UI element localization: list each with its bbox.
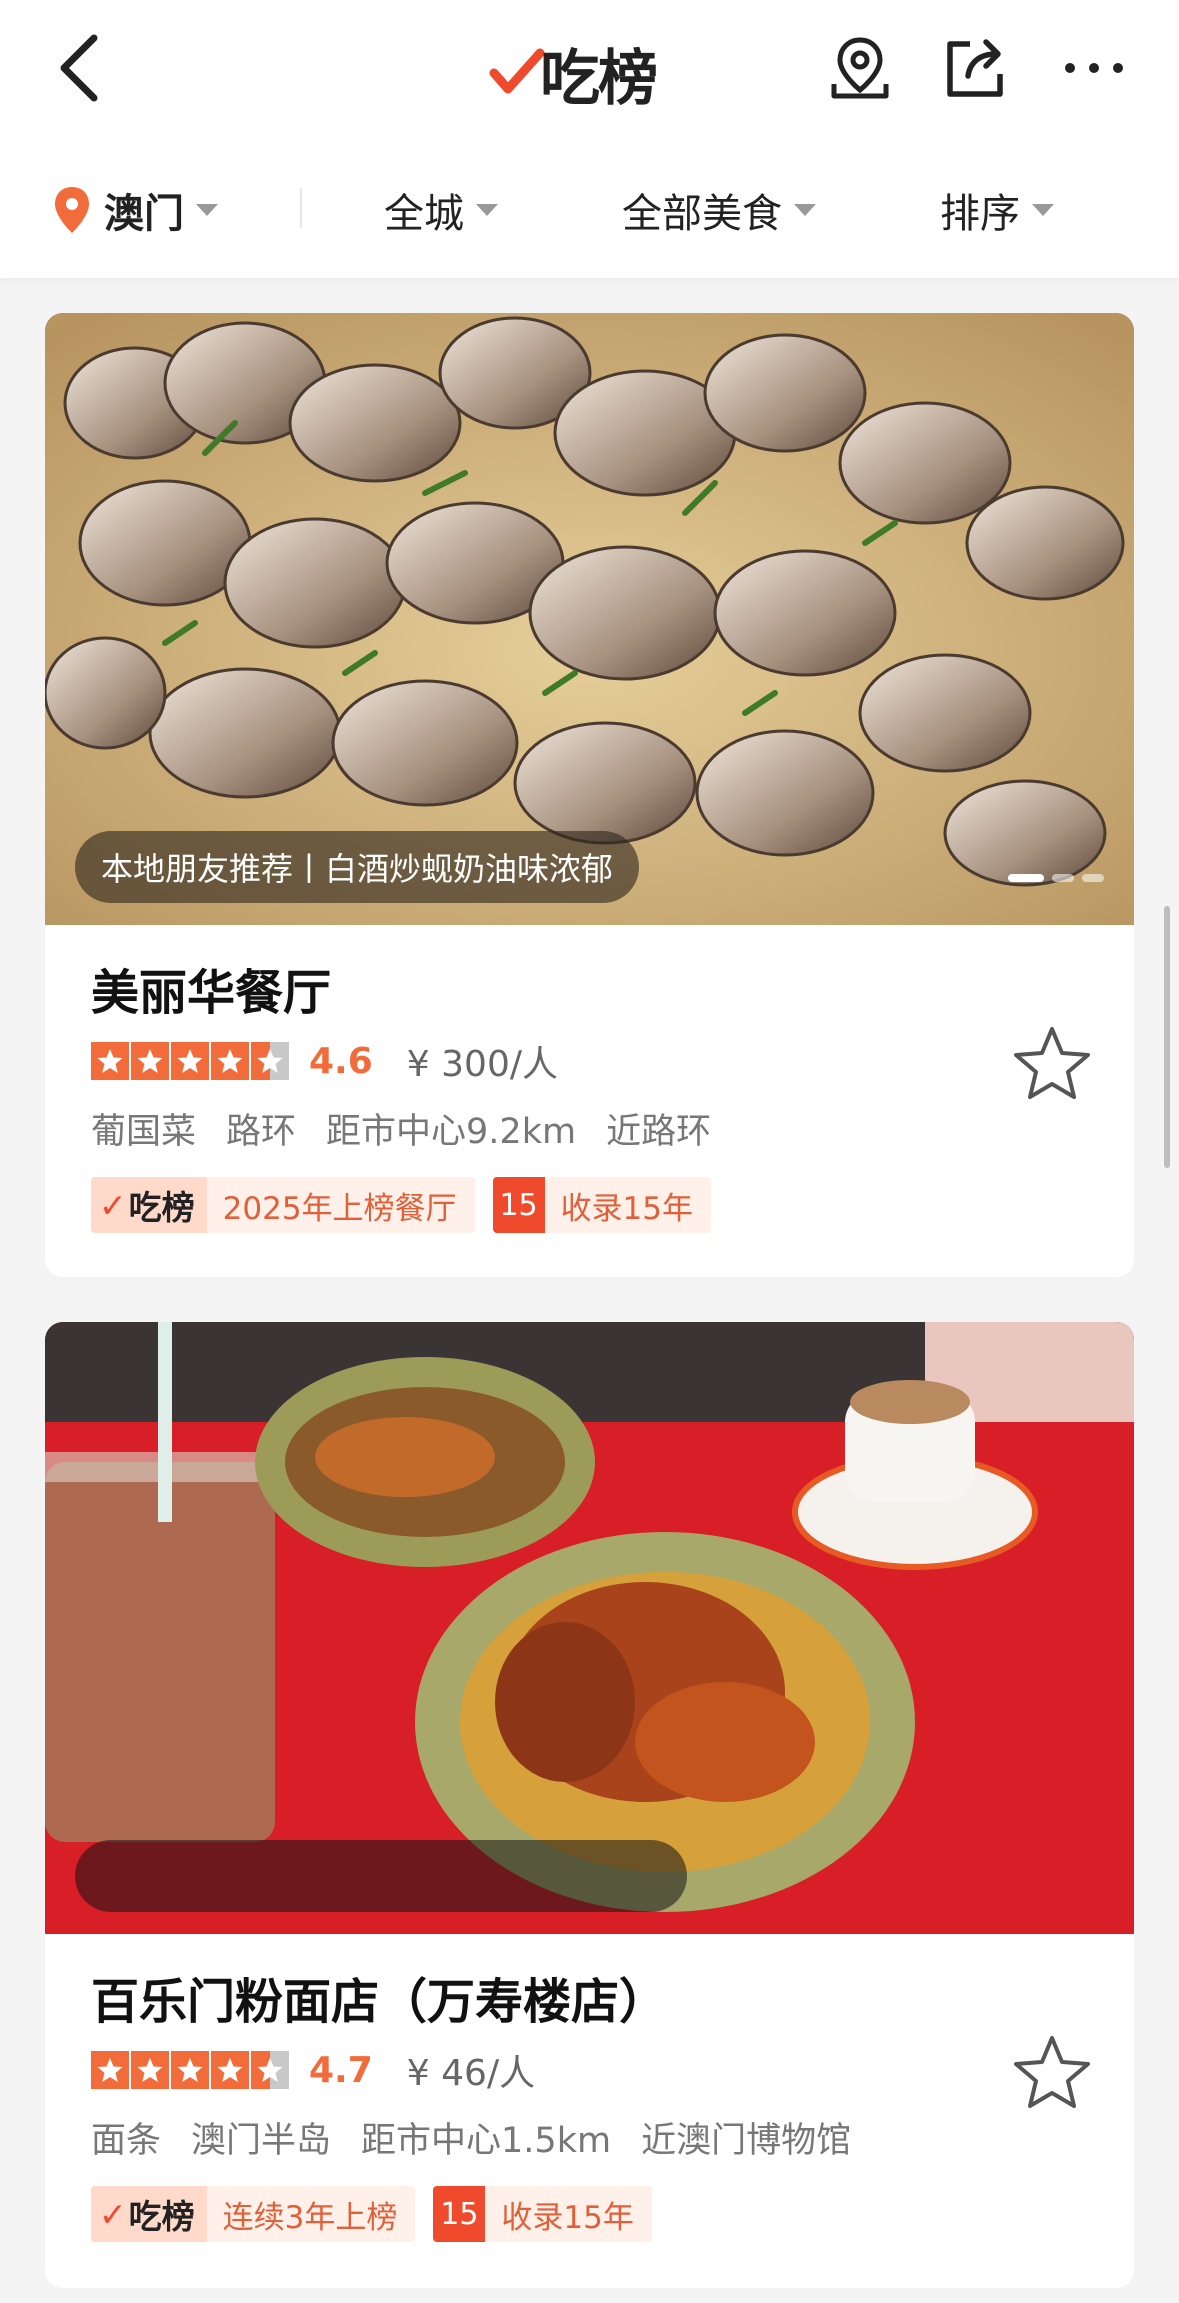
list-award-badge[interactable]: ✓ 吃榜 2025年上榜餐厅 — [91, 1177, 475, 1233]
restaurant-photo[interactable]: 本地朋友推荐丨白酒炒蚬奶油味浓郁 — [45, 313, 1134, 925]
rating-star-icon — [251, 1042, 289, 1080]
map-pin-icon[interactable] — [824, 32, 896, 104]
average-price: ¥ 300/人 — [406, 1044, 558, 1085]
star-rating — [91, 2051, 289, 2089]
restaurant-card[interactable]: 百乐门粉面店（万寿楼店） 4.7 ¥ 46/人 面条 澳门半岛 距市中心1.5k… — [45, 1322, 1134, 2288]
rating-score: 4.7 — [309, 2049, 373, 2091]
badge-text: 2025年上榜餐厅 — [222, 1190, 457, 1227]
distance-tag: 距市中心1.5km — [361, 2121, 612, 2161]
more-icon[interactable] — [1058, 32, 1130, 104]
rating-row: 4.6 ¥ 300/人 — [91, 1035, 558, 1087]
badge-text: 连续3年上榜 — [222, 2199, 398, 2236]
landmark-tag: 近路环 — [606, 1112, 712, 1152]
carousel-dot — [1052, 874, 1074, 882]
restaurant-name: 百乐门粉面店（万寿楼店） — [91, 1974, 668, 2030]
scrollbar[interactable] — [1164, 906, 1170, 1168]
chevron-left-icon[interactable] — [48, 28, 118, 108]
badge-row: ✓ 吃榜 连续3年上榜 15 收录15年 — [91, 2186, 652, 2242]
rating-star-icon — [211, 1042, 249, 1080]
rating-star-icon — [171, 1042, 209, 1080]
caret-down-icon — [476, 204, 498, 216]
restaurant-tags: 葡国菜 路环 距市中心9.2km 近路环 — [91, 1103, 711, 1154]
average-price: ¥ 46/人 — [406, 2053, 536, 2094]
rating-star-icon — [171, 2051, 209, 2089]
rating-row: 4.7 ¥ 46/人 — [91, 2044, 535, 2096]
carousel-indicator — [1008, 874, 1104, 882]
star-rating — [91, 1042, 289, 1080]
top-navigation-bar: 吃榜 — [0, 0, 1179, 140]
brand-title: 吃榜 — [540, 43, 658, 114]
checkmark-logo-icon — [489, 48, 545, 94]
caret-down-icon — [1032, 204, 1054, 216]
badge-logo: ✓ 吃榜 — [91, 2186, 207, 2242]
favorite-star-icon[interactable] — [1012, 1023, 1092, 1103]
rating-star-icon — [251, 2051, 289, 2089]
sort-filter-label: 排序 — [940, 191, 1020, 237]
caret-down-icon — [196, 204, 218, 216]
share-icon[interactable] — [940, 32, 1012, 104]
rating-star-icon — [131, 1042, 169, 1080]
rating-star-icon — [91, 2051, 129, 2089]
favorite-star-icon[interactable] — [1012, 2032, 1092, 2112]
district-tag: 路环 — [226, 1112, 297, 1152]
cuisine-tag: 葡国菜 — [91, 1112, 197, 1152]
location-pin-icon — [55, 187, 89, 233]
rating-star-icon — [91, 1042, 129, 1080]
caret-down-icon — [794, 204, 816, 216]
divider — [300, 188, 302, 228]
badge-logo: ✓ 吃榜 — [91, 1177, 207, 1233]
collection-number: 15 — [433, 2186, 486, 2242]
restaurant-card[interactable]: 本地朋友推荐丨白酒炒蚬奶油味浓郁 美丽华餐厅 4.6 ¥ 300/人 葡国菜 路… — [45, 313, 1134, 1277]
brand-logo: 吃榜 — [486, 28, 658, 118]
district-tag: 澳门半岛 — [191, 2121, 332, 2161]
category-filter-label: 全部美食 — [622, 191, 782, 237]
restaurant-tags: 面条 澳门半岛 距市中心1.5km 近澳门博物馆 — [91, 2112, 851, 2163]
collection-number: 15 — [492, 1177, 545, 1233]
city-filter[interactable]: 澳门 — [52, 180, 218, 240]
rating-star-icon — [211, 2051, 249, 2089]
restaurant-name: 美丽华餐厅 — [91, 965, 332, 1021]
cuisine-tag: 面条 — [91, 2121, 162, 2161]
area-filter[interactable]: 全城 — [384, 180, 498, 240]
landmark-tag: 近澳门博物馆 — [641, 2121, 852, 2161]
rating-score: 4.6 — [309, 1040, 373, 1082]
list-award-badge[interactable]: ✓ 吃榜 连续3年上榜 — [91, 2186, 416, 2242]
rating-star-icon — [131, 2051, 169, 2089]
collection-badge[interactable]: 15 收录15年 — [433, 2186, 652, 2242]
distance-tag: 距市中心9.2km — [326, 1112, 577, 1152]
badge-row: ✓ 吃榜 2025年上榜餐厅 15 收录15年 — [91, 1177, 712, 1233]
area-filter-label: 全城 — [384, 191, 464, 237]
sort-filter[interactable]: 排序 — [940, 180, 1054, 240]
collection-text: 收录15年 — [560, 1190, 694, 1227]
collection-badge[interactable]: 15 收录15年 — [492, 1177, 712, 1233]
restaurant-photo[interactable] — [45, 1322, 1134, 1934]
collection-text: 收录15年 — [501, 2199, 634, 2236]
photo-caption — [75, 1840, 687, 1912]
carousel-dot — [1082, 874, 1104, 882]
category-filter[interactable]: 全部美食 — [622, 180, 816, 240]
city-filter-label: 澳门 — [104, 191, 184, 237]
photo-caption: 本地朋友推荐丨白酒炒蚬奶油味浓郁 — [75, 831, 640, 903]
carousel-dot-active — [1008, 874, 1044, 882]
filter-bar: 澳门 全城 全部美食 排序 — [0, 140, 1179, 278]
